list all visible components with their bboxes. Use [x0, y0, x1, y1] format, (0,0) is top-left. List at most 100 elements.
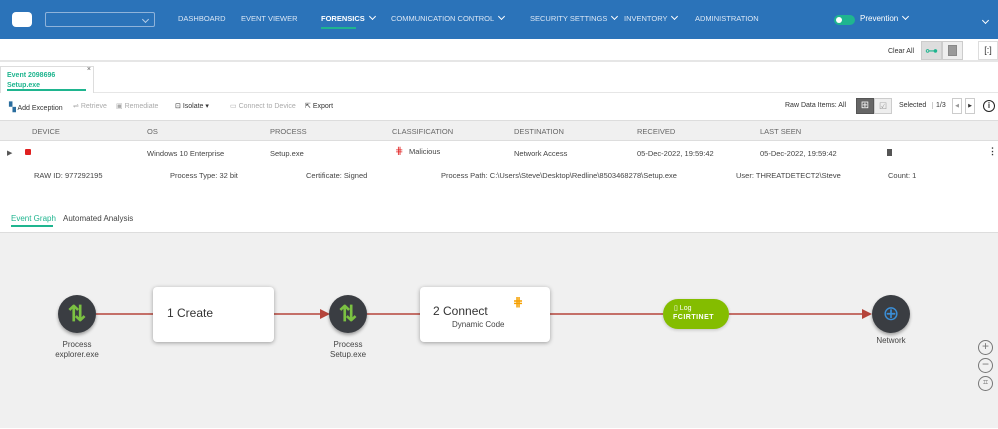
- remediate-icon: ▣: [116, 103, 123, 110]
- nav-label: FORENSICS: [321, 14, 365, 23]
- event-subtitle: Dynamic Code: [452, 320, 505, 329]
- process-icon: ⇅: [338, 301, 358, 326]
- process-node-explorer[interactable]: ⇅: [58, 295, 96, 333]
- add-exception-icon: ▚: [9, 102, 16, 112]
- label: Export: [312, 103, 334, 110]
- event-tab[interactable]: Event 2098696 Setup.exe ×: [0, 66, 94, 93]
- process-icon: ⇅: [67, 301, 87, 326]
- cell-classification: Malicious: [409, 147, 441, 156]
- cell-last-seen: 05-Dec-2022, 19:59:42: [760, 149, 837, 158]
- selected-label: Selected: [899, 102, 927, 109]
- nav-event-viewer[interactable]: EVENT VIEWER: [241, 14, 298, 23]
- export-button[interactable]: ⇱ Export: [305, 102, 333, 110]
- export-icon: ⇱: [305, 103, 311, 110]
- log-node[interactable]: ▯ Log FCIRTINET: [663, 299, 729, 329]
- dynamic-code-icon: ⋕: [513, 295, 524, 309]
- event-graph-canvas[interactable]: ⇅ Process explorer.exe 1 Create ⇅ Process…: [0, 232, 998, 428]
- divider: [0, 60, 998, 62]
- graph-view-button[interactable]: ⊶: [921, 41, 942, 60]
- chevron-down-icon: [902, 12, 910, 21]
- raw-id: RAW ID: 977292195: [34, 171, 103, 180]
- process-path: Process Path: C:\Users\Steve\Desktop\Red…: [441, 171, 677, 180]
- nav-administration[interactable]: ADMINISTRATION: [695, 14, 759, 23]
- nav-dashboard[interactable]: DASHBOARD: [178, 14, 226, 23]
- mode-label: Prevention: [860, 14, 899, 23]
- mode-dropdown[interactable]: Prevention: [860, 12, 910, 23]
- col-last-seen[interactable]: LAST SEEN: [760, 127, 801, 136]
- label: Isolate: [182, 103, 204, 110]
- tab-event-graph[interactable]: Event Graph: [11, 214, 56, 223]
- close-tab-icon[interactable]: ×: [87, 66, 91, 73]
- network-node[interactable]: ⊕: [872, 295, 910, 333]
- zoom-out-button[interactable]: −: [978, 358, 993, 373]
- event-title: 1 Create: [167, 306, 214, 320]
- chevron-down-icon: [141, 15, 150, 24]
- zoom-in-button[interactable]: +: [978, 340, 993, 355]
- nav-label: COMMUNICATION CONTROL: [391, 14, 495, 23]
- tab-automated-analysis[interactable]: Automated Analysis: [63, 214, 133, 223]
- label: Retrieve: [80, 103, 107, 110]
- prevention-toggle[interactable]: [834, 15, 855, 25]
- top-navbar: DASHBOARD EVENT VIEWER FORENSICS COMMUNI…: [0, 0, 998, 39]
- retrieve-icon: ⇌: [73, 103, 79, 110]
- nav-forensics[interactable]: FORENSICS: [321, 12, 376, 23]
- prev-page-button[interactable]: ◀: [952, 98, 962, 114]
- isolate-button[interactable]: ⊡ Isolate ▾: [175, 102, 209, 110]
- arrow-head: [862, 309, 872, 319]
- grid-view-toggle[interactable]: ⊞: [856, 98, 874, 114]
- log-label: ▯ Log: [674, 305, 692, 312]
- info-icon[interactable]: i: [983, 100, 995, 112]
- fortinet-logo: FCIRTINET: [673, 314, 715, 321]
- event-title: 2 Connect: [433, 304, 488, 318]
- col-process[interactable]: PROCESS: [270, 127, 307, 136]
- node-label: Process Setup.exe: [329, 340, 367, 359]
- device-status-icon: [25, 149, 31, 155]
- retrieve-button: ⇌ Retrieve: [73, 102, 107, 110]
- col-received[interactable]: RECEIVED: [637, 127, 675, 136]
- org-select[interactable]: [45, 12, 155, 27]
- active-underline: [321, 27, 356, 29]
- cell-os: Windows 10 Enterprise: [147, 149, 225, 158]
- count: Count: 1: [888, 171, 917, 180]
- remediate-button: ▣ Remediate: [116, 102, 158, 110]
- connect-event-box[interactable]: 2 Connect Dynamic Code ⋕: [420, 287, 550, 342]
- table-row[interactable]: ▶ Windows 10 Enterprise Setup.exe ⋕ Mali…: [0, 141, 998, 191]
- label: Connect to Device: [238, 103, 296, 110]
- user: User: THREATDETECT2\Steve: [736, 171, 841, 180]
- process-node-setup[interactable]: ⇅: [329, 295, 367, 333]
- fit-to-screen-button[interactable]: ⌗: [978, 376, 993, 391]
- expand-icon[interactable]: [:]: [978, 41, 998, 60]
- monitor-icon: ▭: [230, 103, 237, 110]
- create-event-box[interactable]: 1 Create: [153, 287, 274, 342]
- expand-row-icon[interactable]: ▶: [7, 149, 12, 157]
- nav-inventory[interactable]: INVENTORY: [624, 12, 679, 23]
- document-icon[interactable]: [887, 149, 892, 156]
- cell-received: 05-Dec-2022, 19:59:42: [637, 149, 714, 158]
- nav-label: SECURITY SETTINGS: [530, 14, 608, 23]
- more-options-icon[interactable]: ⋮: [988, 146, 997, 157]
- clear-all-button[interactable]: Clear All: [888, 48, 914, 55]
- isolate-icon: ⊡: [175, 103, 181, 110]
- check-view-toggle[interactable]: ☑: [874, 98, 892, 114]
- nav-communication-control[interactable]: COMMUNICATION CONTROL: [391, 12, 506, 23]
- process-type: Process Type: 32 bit: [170, 171, 238, 180]
- chevron-down-icon: [671, 12, 679, 21]
- node-label: Process explorer.exe: [55, 340, 99, 359]
- active-tab-underline: [11, 225, 53, 227]
- next-page-button[interactable]: ▶: [965, 98, 975, 114]
- malicious-icon: ⋕: [395, 146, 404, 157]
- user-menu-chevron-icon[interactable]: [981, 16, 990, 25]
- raw-data-items[interactable]: Raw Data Items: All: [785, 102, 846, 109]
- certificate: Certificate: Signed: [306, 171, 368, 180]
- col-classification[interactable]: CLASSIFICATION: [392, 127, 453, 136]
- node-label: Network: [876, 336, 906, 345]
- add-exception-button[interactable]: ▚ Add Exception: [9, 102, 63, 113]
- chevron-down-icon: [611, 12, 619, 21]
- list-view-button[interactable]: [942, 41, 963, 60]
- label: Remediate: [124, 103, 159, 110]
- nav-security-settings[interactable]: SECURITY SETTINGS: [530, 12, 619, 23]
- col-destination[interactable]: DESTINATION: [514, 127, 564, 136]
- col-os[interactable]: OS: [147, 127, 158, 136]
- col-device[interactable]: DEVICE: [32, 127, 60, 136]
- logo-icon: [12, 12, 32, 27]
